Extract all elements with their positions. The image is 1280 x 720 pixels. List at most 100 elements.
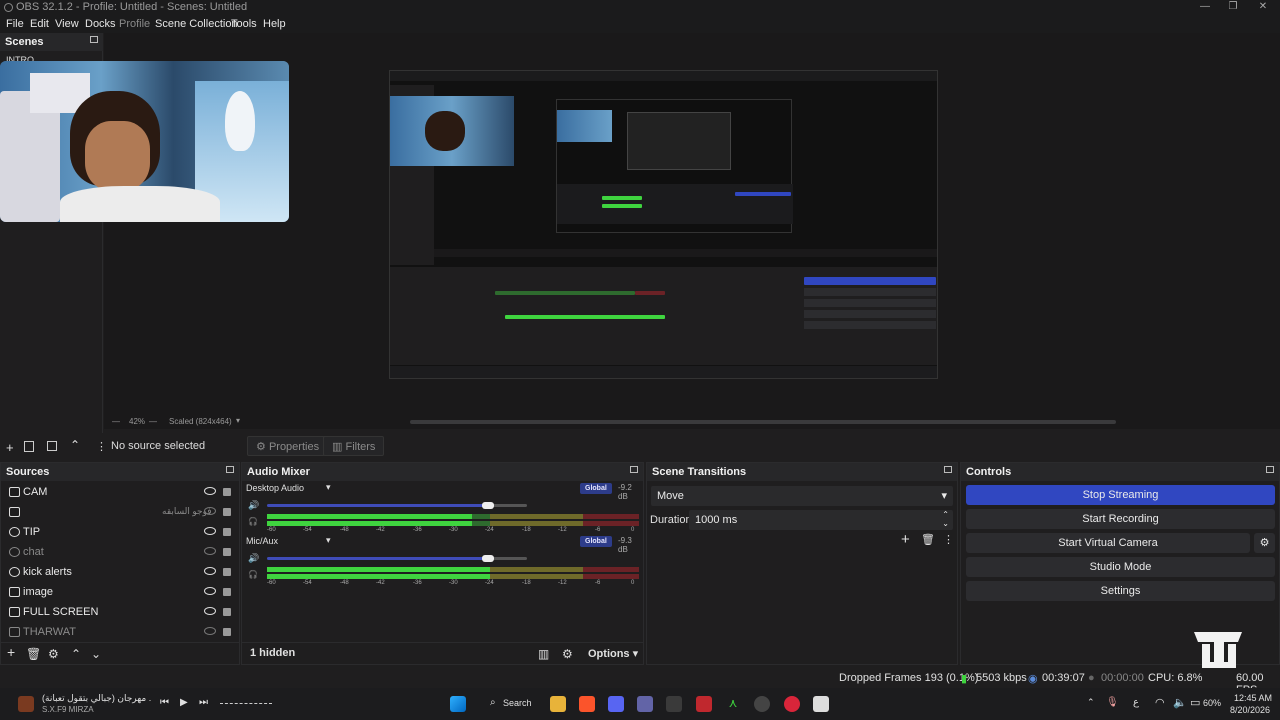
advanced-audio-gear-icon[interactable]: ⚙ [562, 647, 573, 661]
source-row-kick-alerts[interactable]: kick alerts [7, 563, 239, 583]
more-icon[interactable]: ⋮ [96, 440, 107, 453]
visibility-eye-icon[interactable] [204, 607, 216, 615]
microphone-icon[interactable]: 🎙 [1106, 697, 1119, 708]
obs-taskbar-icon[interactable] [754, 696, 770, 712]
monitor-headphone-icon[interactable]: 🎧 [248, 517, 258, 526]
menu-view[interactable]: View [55, 18, 79, 30]
menu-docks[interactable]: Docks [85, 18, 116, 30]
duration-spinbox[interactable]: 1000 ms ⌃ ⌄ [689, 510, 953, 530]
add-scene-button[interactable]: + [6, 440, 14, 455]
windows-start-icon[interactable] [450, 696, 466, 712]
visibility-eye-icon[interactable] [204, 527, 216, 535]
wifi-icon[interactable]: ◠ [1155, 696, 1165, 709]
menu-file[interactable]: File [6, 18, 24, 30]
volume-slider-knob[interactable] [482, 502, 494, 509]
volume-icon[interactable]: 🔈 [1173, 696, 1187, 709]
settings-button[interactable]: Settings [966, 581, 1275, 601]
visibility-hidden-icon[interactable] [204, 507, 216, 515]
play-icon[interactable]: ▶ [180, 697, 188, 708]
source-row-tip[interactable]: TIP [7, 523, 239, 543]
volume-slider-fill[interactable] [267, 557, 488, 560]
scale-label[interactable]: Scaled (824x464) [169, 417, 232, 426]
remove-scene-icon[interactable] [24, 441, 34, 452]
app-red-icon[interactable] [696, 696, 712, 712]
document-icon[interactable] [813, 696, 829, 712]
speaker-icon[interactable]: 🔊 [248, 500, 259, 511]
visibility-hidden-icon[interactable] [204, 627, 216, 635]
menu-edit[interactable]: Edit [30, 18, 49, 30]
channel-dropdown-icon[interactable]: ▾ [326, 482, 331, 493]
spin-up-icon[interactable]: ⌃ [942, 510, 949, 519]
menu-help[interactable]: Help [263, 18, 286, 30]
undock-icon[interactable] [630, 466, 638, 473]
clock-time[interactable]: 12:45 AM [1234, 693, 1272, 703]
brave-browser-icon[interactable] [579, 696, 595, 712]
youtube-music-icon[interactable] [784, 696, 800, 712]
mixer-layout-icon[interactable]: ▥ [538, 647, 549, 661]
file-explorer-icon[interactable] [550, 696, 566, 712]
volume-slider-knob[interactable] [482, 555, 494, 562]
media-thumbnail[interactable] [18, 696, 34, 712]
lock-icon[interactable] [223, 528, 231, 536]
start-virtual-camera-button[interactable]: Start Virtual Camera [966, 533, 1250, 553]
spin-down-icon[interactable]: ⌄ [942, 519, 949, 528]
move-up-icon[interactable]: ⌃ [70, 438, 80, 452]
source-row-tharwat[interactable]: THARWAT [7, 623, 239, 643]
maximize-button[interactable]: ❐ [1218, 0, 1248, 15]
source-row-cam[interactable]: CAM [7, 483, 239, 503]
options-button[interactable]: Options ▾ [588, 647, 638, 660]
volume-slider-fill[interactable] [267, 504, 488, 507]
hidden-count[interactable]: 1 hidden [250, 647, 295, 659]
move-source-down-icon[interactable]: ⌄ [91, 647, 101, 661]
menu-profile[interactable]: Profile [119, 18, 150, 30]
scale-dropdown-icon[interactable]: ▾ [236, 416, 240, 425]
source-properties-gear-icon[interactable]: ⚙ [48, 647, 59, 661]
previous-track-icon[interactable]: ⏮ [160, 697, 169, 708]
source-row-full-screen[interactable]: FULL SCREEN [7, 603, 239, 623]
lock-icon[interactable] [223, 548, 231, 556]
next-track-icon[interactable]: ⏭ [199, 697, 208, 708]
scene-filters-icon[interactable] [47, 441, 57, 451]
remove-source-icon[interactable]: 🗑 [26, 647, 41, 661]
zoom-in-button[interactable]: — [149, 417, 157, 426]
add-transition-button[interactable]: + [901, 531, 910, 548]
transition-type-select[interactable]: Move ▾ [651, 486, 953, 506]
visibility-eye-icon[interactable] [204, 587, 216, 595]
remove-transition-icon[interactable]: 🗑 [921, 533, 935, 546]
source-row-image[interactable]: image [7, 583, 239, 603]
clock-date[interactable]: 8/20/2026 [1230, 705, 1270, 715]
move-source-up-icon[interactable]: ⌃ [71, 647, 81, 661]
zoom-out-button[interactable]: — [112, 417, 120, 426]
start-recording-button[interactable]: Start Recording [966, 509, 1275, 529]
visibility-eye-icon[interactable] [204, 487, 216, 495]
visibility-hidden-icon[interactable] [204, 547, 216, 555]
lock-icon[interactable] [223, 628, 231, 636]
studio-mode-button[interactable]: Studio Mode [966, 557, 1275, 577]
battery-icon[interactable]: ▭ [1190, 696, 1200, 709]
discord-icon[interactable] [608, 696, 624, 712]
menu-tools[interactable]: Tools [231, 18, 257, 30]
close-button[interactable]: ✕ [1248, 0, 1278, 15]
lock-icon[interactable] [223, 508, 231, 516]
undock-icon[interactable] [90, 36, 98, 43]
undock-icon[interactable] [226, 466, 234, 473]
tray-chevron-icon[interactable]: ⌃ [1087, 697, 1095, 708]
monitor-headphone-icon[interactable]: 🎧 [248, 570, 258, 579]
stop-streaming-button[interactable]: Stop Streaming [966, 485, 1275, 505]
source-row-chat[interactable]: chat [7, 543, 239, 563]
lock-icon[interactable] [223, 488, 231, 496]
speaker-icon[interactable]: 🔊 [248, 553, 259, 564]
undock-icon[interactable] [1266, 466, 1274, 473]
channel-dropdown-icon[interactable]: ▾ [326, 535, 331, 546]
undock-icon[interactable] [944, 466, 952, 473]
add-source-button[interactable]: + [7, 644, 15, 660]
visibility-eye-icon[interactable] [204, 567, 216, 575]
input-language[interactable]: ع [1133, 697, 1139, 708]
lock-icon[interactable] [223, 568, 231, 576]
horizontal-scrollbar[interactable] [410, 420, 1116, 424]
source-row-arabic[interactable]: فوجو السابقه [7, 503, 239, 523]
search-icon[interactable]: ⌕ [490, 697, 496, 708]
menu-scene-collection[interactable]: Scene Collection [155, 18, 238, 30]
lock-icon[interactable] [223, 608, 231, 616]
virtual-camera-gear-icon[interactable]: ⚙ [1254, 533, 1275, 553]
